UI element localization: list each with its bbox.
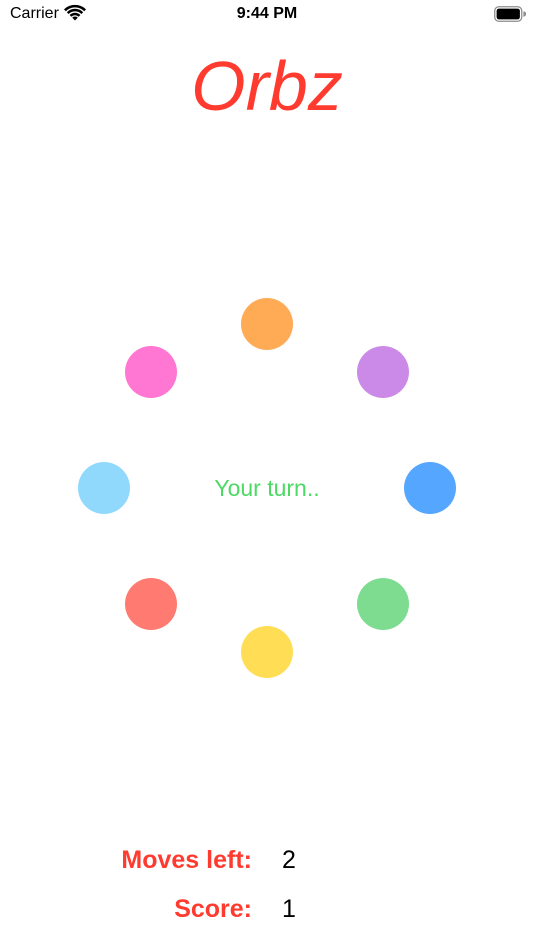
battery-icon [494,6,526,22]
score-value: 1 [282,895,296,923]
orb-orange[interactable] [241,298,293,350]
clock-time: 9:44 PM [236,5,298,22]
orb-pink[interactable] [125,346,177,398]
orb-purple[interactable] [357,346,409,398]
app-title: Orbz [191,47,343,125]
turn-status-text: Your turn.. [214,475,320,501]
orb-green[interactable] [357,578,409,630]
moves-left-value: 2 [282,846,296,874]
moves-left-label: Moves left: [121,846,252,874]
orb-red[interactable] [125,578,177,630]
orb-yellow[interactable] [241,626,293,678]
score-label: Score: [174,895,252,923]
status-bar: Carrier 9:44 PM [0,0,534,28]
